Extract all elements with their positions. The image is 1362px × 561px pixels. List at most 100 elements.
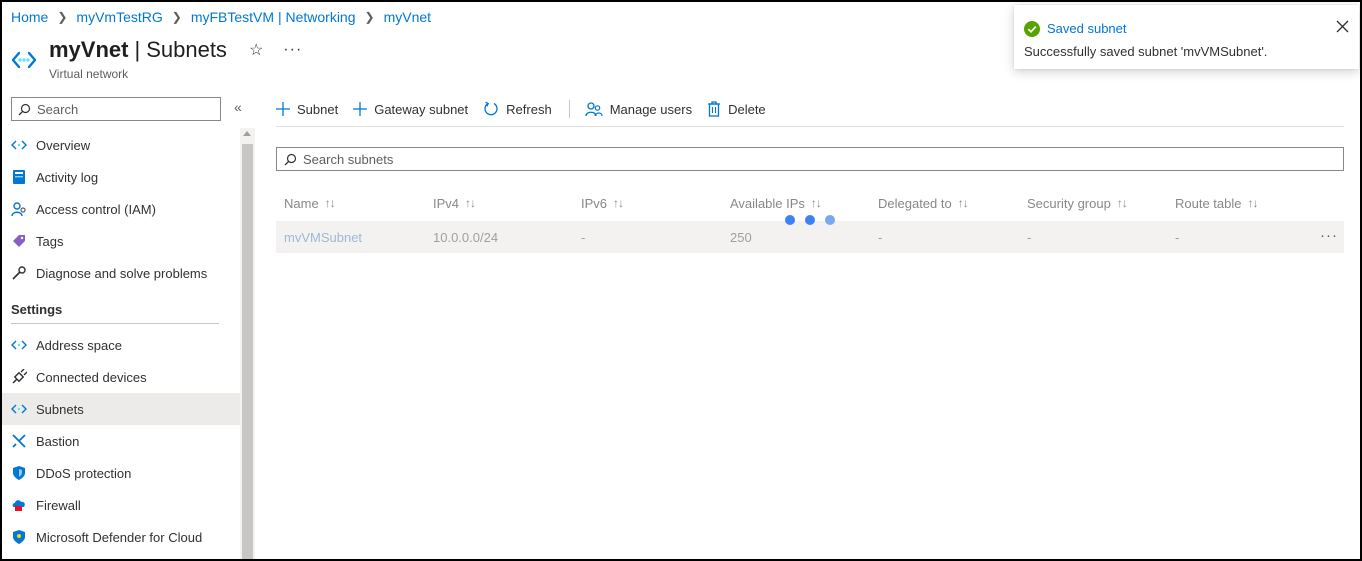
breadcrumb-resource-group[interactable]: myVmTestRG — [76, 9, 162, 25]
column-header-label: IPv4 — [433, 195, 460, 211]
sidebar-item-connected-devices[interactable]: Connected devices — [0, 361, 240, 393]
subnet-name-link[interactable]: mvVMSubnet — [276, 230, 425, 245]
sort-icon: ↑↓ — [324, 196, 336, 210]
wrench-icon — [10, 264, 28, 282]
command-bar-divider — [276, 126, 1344, 127]
column-header-delegated-to[interactable]: Delegated to ↑↓ — [870, 196, 1019, 211]
row-more-icon[interactable]: ··· — [1320, 227, 1338, 244]
column-header-available-ips[interactable]: Available IPs ↑↓ — [722, 196, 870, 211]
cell-available-ips: 250 — [730, 229, 752, 245]
column-header-ipv4[interactable]: IPv4 ↑↓ — [425, 196, 573, 211]
cell-ipv6: - — [581, 229, 586, 245]
sidebar-scrollbar[interactable] — [240, 128, 255, 561]
defender-icon — [10, 528, 28, 546]
tag-icon — [10, 232, 28, 250]
add-gateway-subnet-button[interactable]: Gateway subnet — [353, 102, 468, 117]
activity-log-icon — [10, 168, 28, 186]
sidebar-item-ddos[interactable]: DDoS protection — [0, 457, 240, 489]
breadcrumb-home[interactable]: Home — [11, 9, 48, 25]
command-bar: Subnet Gateway subnet Refresh Manage use… — [276, 96, 781, 122]
loading-dot — [785, 215, 795, 225]
resource-type: Virtual network — [49, 67, 129, 81]
column-header-label: IPv6 — [581, 195, 608, 211]
sidebar-item-label: Subnets — [36, 401, 84, 417]
sidebar-item-label: Microsoft Defender for Cloud — [36, 529, 203, 545]
sidebar-item-label: Overview — [36, 137, 91, 153]
refresh-label: Refresh — [506, 101, 552, 117]
loading-dot — [825, 215, 835, 225]
sidebar-item-defender[interactable]: Microsoft Defender for Cloud — [0, 521, 240, 553]
delete-label: Delete — [728, 101, 766, 117]
sidebar-nav: Overview Activity log Access control (IA… — [0, 129, 240, 553]
sidebar-item-label: Activity log — [36, 169, 99, 185]
cell-ipv4: 10.0.0.0/24 — [433, 229, 499, 245]
column-header-label: Route table — [1175, 195, 1242, 211]
trash-icon — [707, 101, 721, 117]
sidebar-item-label: Firewall — [36, 497, 81, 513]
add-subnet-label: Subnet — [297, 101, 339, 117]
refresh-button[interactable]: Refresh — [483, 101, 552, 117]
chevron-right-icon: ❯ — [171, 10, 182, 24]
ellipsis-icon[interactable]: ··· — [283, 41, 302, 59]
loading-indicator — [785, 215, 845, 225]
chevron-right-icon: ❯ — [364, 10, 375, 24]
sidebar-search[interactable] — [11, 97, 221, 121]
delete-button[interactable]: Delete — [707, 101, 766, 117]
sidebar-item-label: DDoS protection — [36, 465, 132, 481]
subnet-search[interactable] — [276, 147, 1344, 171]
toolbar-separator — [568, 100, 570, 118]
sort-icon: ↑↓ — [1247, 196, 1259, 210]
sidebar-item-overview[interactable]: Overview — [0, 129, 240, 161]
plus-icon — [353, 102, 368, 116]
sidebar-section-settings: Settings — [11, 302, 63, 317]
sidebar-search-input[interactable] — [37, 101, 207, 117]
sort-icon: ↑↓ — [957, 196, 969, 210]
close-icon[interactable] — [1336, 20, 1349, 33]
breadcrumb-vm-networking[interactable]: myFBTestVM | Networking — [191, 9, 356, 25]
star-icon[interactable]: ☆ — [249, 40, 263, 60]
vnet-icon — [11, 51, 37, 69]
shield-icon — [10, 464, 28, 482]
scrollbar-thumb[interactable] — [242, 144, 253, 561]
sidebar-item-bastion[interactable]: Bastion — [0, 425, 240, 457]
column-header-ipv6[interactable]: IPv6 ↑↓ — [573, 196, 722, 211]
iam-icon — [10, 200, 28, 218]
sidebar-item-label: Tags — [36, 233, 64, 249]
scroll-up-arrow-icon[interactable] — [243, 131, 251, 136]
column-header-security-group[interactable]: Security group ↑↓ — [1019, 196, 1167, 211]
collapse-sidebar-icon[interactable]: « — [234, 99, 242, 115]
sort-icon: ↑↓ — [613, 196, 624, 210]
loading-dot — [805, 215, 815, 225]
sidebar-item-label: Bastion — [36, 433, 80, 449]
vnet-icon — [10, 400, 28, 418]
manage-users-button[interactable]: Manage users — [585, 101, 692, 117]
sidebar-item-label: Address space — [36, 337, 122, 353]
sidebar-item-diagnose[interactable]: Diagnose and solve problems — [0, 257, 240, 289]
column-header-name[interactable]: Name ↑↓ — [276, 196, 425, 211]
chevron-right-icon: ❯ — [57, 10, 68, 24]
vnet-icon — [10, 336, 28, 354]
firewall-icon — [10, 496, 28, 514]
sort-icon: ↑↓ — [810, 196, 822, 210]
sidebar-item-tags[interactable]: Tags — [0, 225, 240, 257]
cell-route-table: - — [1175, 229, 1180, 245]
add-subnet-button[interactable]: Subnet — [276, 102, 338, 117]
table-row[interactable]: mvVMSubnet 10.0.0.0/24 - 250 - - - ··· — [276, 221, 1344, 253]
sidebar-item-activity-log[interactable]: Activity log — [0, 161, 240, 193]
notification-title: Saved subnet — [1047, 21, 1127, 36]
add-gateway-subnet-label: Gateway subnet — [374, 101, 469, 117]
breadcrumb-vnet[interactable]: myVnet — [384, 9, 431, 25]
sidebar-item-firewall[interactable]: Firewall — [0, 489, 240, 521]
sidebar-item-iam[interactable]: Access control (IAM) — [0, 193, 240, 225]
cell-security-group: - — [1027, 229, 1032, 245]
sidebar-item-address-space[interactable]: Address space — [0, 329, 240, 361]
search-icon — [284, 153, 297, 165]
breadcrumb: Home ❯ myVmTestRG ❯ myFBTestVM | Network… — [11, 8, 431, 26]
column-header-route-table[interactable]: Route table ↑↓ — [1167, 196, 1344, 211]
page-title: myVnet | Subnets — [49, 37, 227, 63]
page-name: Subnets — [146, 37, 227, 62]
sidebar-item-subnets[interactable]: Subnets — [0, 393, 240, 425]
subnet-search-input[interactable] — [303, 151, 1303, 167]
notification-message: Successfully saved subnet 'mvVMSubnet'. — [1024, 44, 1268, 59]
page-header: myVnet | Subnets ☆ ··· Virtual network — [10, 34, 302, 81]
